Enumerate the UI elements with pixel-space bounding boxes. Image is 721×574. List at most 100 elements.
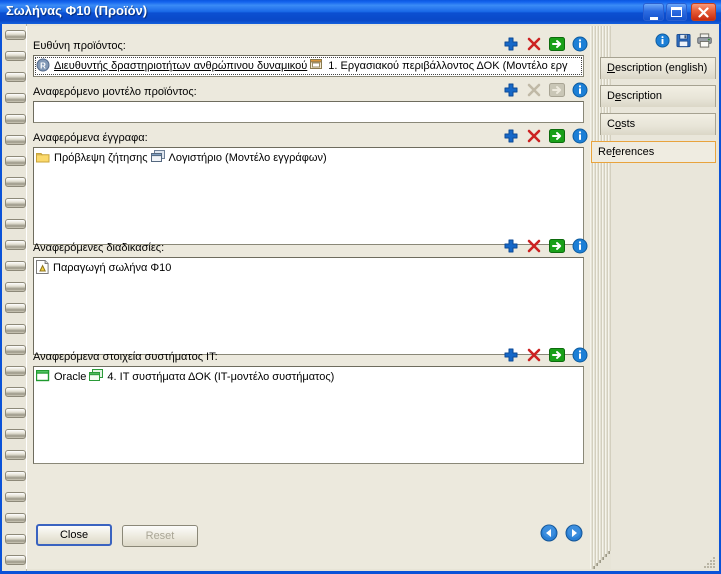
grip-dot (707, 566, 709, 568)
spiral-ring (5, 471, 26, 481)
label-referenced-product-model: Αναφερόμενο μοντέλο προϊόντος: (33, 86, 197, 98)
spiral-ring (5, 387, 26, 397)
it-system-icon (35, 369, 50, 385)
add-icon[interactable] (503, 82, 519, 98)
chip-label: Oracle (54, 371, 87, 383)
tab-mnemonic: D (607, 62, 615, 74)
delete-icon[interactable] (526, 347, 542, 363)
tab-label: Costs (607, 118, 635, 130)
grip-dot (710, 560, 712, 562)
toolbar-referenced-processes (503, 238, 588, 254)
goto-icon[interactable] (549, 128, 565, 144)
chip-model[interactable]: 1. Εργασιακού περιβάλλοντος ΔΟΚ (Μοντέλο… (310, 58, 567, 74)
top-toolbar (655, 33, 712, 53)
list-product-responsibility[interactable]: R Διευθυντής δραστηριοτήτων ανθρώπινου δ… (33, 55, 584, 77)
next-button[interactable] (565, 524, 583, 547)
grip-dot (710, 563, 712, 565)
tab-description-english[interactable]: Description (english) (600, 57, 716, 79)
tab-description[interactable]: Description (600, 85, 716, 107)
add-icon[interactable] (503, 238, 519, 254)
spiral-ring (5, 261, 26, 271)
spiral-ring (5, 303, 26, 313)
add-icon[interactable] (503, 128, 519, 144)
spiral-ring (5, 198, 26, 208)
info-icon[interactable] (572, 36, 588, 52)
chip-role[interactable]: R Διευθυντής δραστηριοτήτων ανθρώπινου δ… (36, 58, 307, 75)
spiral-ring (5, 240, 26, 250)
print-icon[interactable] (697, 33, 712, 53)
doc-model-icon (150, 150, 165, 166)
list-referenced-it-elements[interactable]: Oracle 4. IT συστήματα ΔΟΚ (IT-μοντέλο σ… (33, 366, 584, 464)
grip-dot (710, 566, 712, 568)
grip-dot (704, 566, 706, 568)
goto-icon (549, 82, 565, 98)
add-icon[interactable] (503, 347, 519, 363)
maximize-button[interactable] (666, 3, 687, 21)
list-referenced-documents[interactable]: Πρόβλεψη ζήτησης Λογιστήριο (Μοντέλο εγγ… (33, 147, 584, 245)
tab-label-rest: sts (621, 118, 636, 130)
chip-label: Παραγωγή σωλήνα Φ10 (53, 262, 172, 274)
tab-label-pre: Re (598, 146, 613, 158)
tab-references[interactable]: References (591, 141, 716, 163)
close-window-button[interactable] (691, 3, 716, 21)
tab-label: References (598, 146, 654, 158)
tab-label-rest: scription (621, 90, 663, 102)
info-icon[interactable] (655, 33, 670, 53)
spiral-ring (5, 72, 26, 82)
spiral-ring (5, 345, 26, 355)
previous-button[interactable] (540, 524, 558, 547)
goto-icon[interactable] (549, 36, 565, 52)
chip-label: Πρόβλεψη ζήτησης (54, 152, 148, 164)
title-bar: Σωλήνας Φ10 (Προϊόν) (0, 0, 721, 24)
tab-costs[interactable]: Costs (600, 113, 716, 135)
spiral-ring (5, 492, 26, 502)
spiral-ring (5, 555, 26, 565)
svg-text:R: R (40, 61, 46, 70)
chip-it-system[interactable]: Oracle (35, 369, 87, 385)
delete-icon[interactable] (526, 128, 542, 144)
chip-label: Λογιστήριο (Μοντέλο εγγράφων) (168, 152, 327, 164)
client-area: Ευθύνη προϊόντος: R Διευθυντής δραστηριο… (2, 24, 719, 571)
resize-grip[interactable] (703, 556, 716, 569)
spiral-ring (5, 324, 26, 334)
goto-icon[interactable] (549, 347, 565, 363)
list-referenced-product-model[interactable] (33, 101, 584, 123)
spiral-binding (2, 24, 27, 571)
chip-process[interactable]: Παραγωγή σωλήνα Φ10 (36, 259, 172, 277)
info-icon[interactable] (572, 347, 588, 363)
delete-icon[interactable] (526, 238, 542, 254)
goto-icon[interactable] (549, 238, 565, 254)
list-item[interactable]: Παραγωγή σωλήνα Φ10 (36, 259, 581, 277)
reset-button[interactable]: Reset (122, 525, 198, 547)
folder-icon (36, 151, 50, 166)
chip-it-model[interactable]: 4. IT συστήματα ΔΟΚ (IT-μοντέλο συστήματ… (89, 369, 334, 385)
minimize-button[interactable] (643, 3, 664, 21)
tab-panel (611, 26, 717, 569)
process-icon (36, 259, 49, 277)
toolbar-referenced-documents (503, 128, 588, 144)
toolbar-product-responsibility (503, 36, 588, 52)
close-button[interactable]: Close (36, 524, 112, 546)
page-sheet: Ευθύνη προϊόντος: R Διευθυντής δραστηριο… (26, 26, 591, 569)
it-model-icon (89, 369, 104, 385)
info-icon[interactable] (572, 82, 588, 98)
add-icon[interactable] (503, 36, 519, 52)
list-referenced-processes[interactable]: Παραγωγή σωλήνα Φ10 (33, 257, 584, 355)
spiral-ring (5, 366, 26, 376)
tab-label-rest: erences (615, 146, 655, 158)
list-item[interactable]: Oracle 4. IT συστήματα ΔΟΚ (IT-μοντέλο σ… (35, 369, 581, 385)
info-icon[interactable] (572, 238, 588, 254)
chip-label: 1. Εργασιακού περιβάλλοντος ΔΟΚ (Μοντέλο… (328, 60, 568, 72)
spiral-ring (5, 219, 26, 229)
minimize-icon (644, 9, 663, 24)
save-icon[interactable] (676, 33, 691, 53)
list-item[interactable]: R Διευθυντής δραστηριοτήτων ανθρώπινου δ… (35, 57, 582, 75)
delete-icon[interactable] (526, 36, 542, 52)
list-item[interactable]: Πρόβλεψη ζήτησης Λογιστήριο (Μοντέλο εγγ… (36, 150, 581, 166)
tab-stack: Description (english) Description Costs … (590, 26, 717, 569)
chip-folder[interactable]: Πρόβλεψη ζήτησης (36, 151, 148, 166)
chip-doc-model[interactable]: Λογιστήριο (Μοντέλο εγγράφων) (150, 150, 327, 166)
tab-label-rest: escription (english) (614, 62, 708, 74)
info-icon[interactable] (572, 128, 588, 144)
spiral-ring (5, 534, 26, 544)
